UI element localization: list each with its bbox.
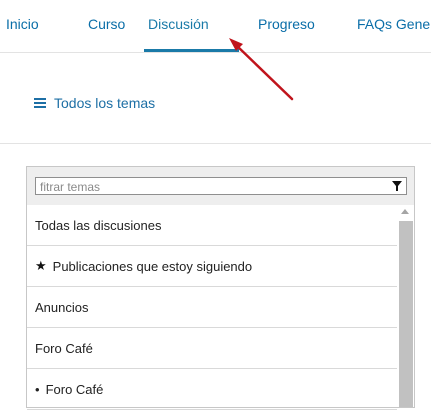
scroll-thumb[interactable]: [399, 221, 413, 407]
tab-faqs[interactable]: FAQs Gene: [357, 16, 430, 32]
list-item[interactable]: • Foro Café: [27, 369, 397, 410]
all-topics-toggle[interactable]: Todos los temas: [34, 95, 155, 111]
filter-field[interactable]: [35, 177, 407, 196]
tab-progreso[interactable]: Progreso: [258, 16, 315, 32]
tabs-divider: [0, 52, 431, 53]
list-item[interactable]: Foro Café: [27, 328, 397, 369]
list-item[interactable]: ★ Publicaciones que estoy siguiendo: [27, 246, 397, 287]
list-item[interactable]: Anuncios: [27, 287, 397, 328]
list-item[interactable]: Todas las discusiones: [27, 205, 397, 246]
filter-topics-input[interactable]: [36, 178, 374, 196]
topic-label: Todas las discusiones: [35, 217, 162, 233]
all-topics-label: Todos los temas: [54, 95, 156, 111]
filter-bar: [27, 167, 414, 205]
tab-discusion[interactable]: Discusión: [148, 16, 209, 32]
filter-funnel-icon[interactable]: [392, 180, 402, 192]
tab-inicio[interactable]: Inicio: [6, 16, 39, 32]
star-icon: ★: [35, 258, 47, 273]
scroll-up-arrow-icon[interactable]: [401, 209, 409, 214]
topic-label: Foro Café: [45, 381, 104, 397]
topics-panel: Todas las discusiones ★ Publicaciones qu…: [26, 166, 415, 410]
bullet-icon: •: [35, 381, 40, 397]
topic-label: Anuncios: [35, 299, 89, 315]
topics-scrollbar[interactable]: [398, 205, 414, 407]
topic-label: Foro Café: [35, 340, 93, 356]
hamburger-icon: [34, 98, 46, 108]
section-divider: [0, 143, 431, 144]
topics-list: Todas las discusiones ★ Publicaciones qu…: [27, 205, 397, 410]
course-tabs: Inicio Curso Discusión Progreso FAQs Gen…: [0, 0, 431, 53]
tab-curso[interactable]: Curso: [88, 16, 125, 32]
topic-label: Publicaciones que estoy siguiendo: [52, 258, 253, 274]
